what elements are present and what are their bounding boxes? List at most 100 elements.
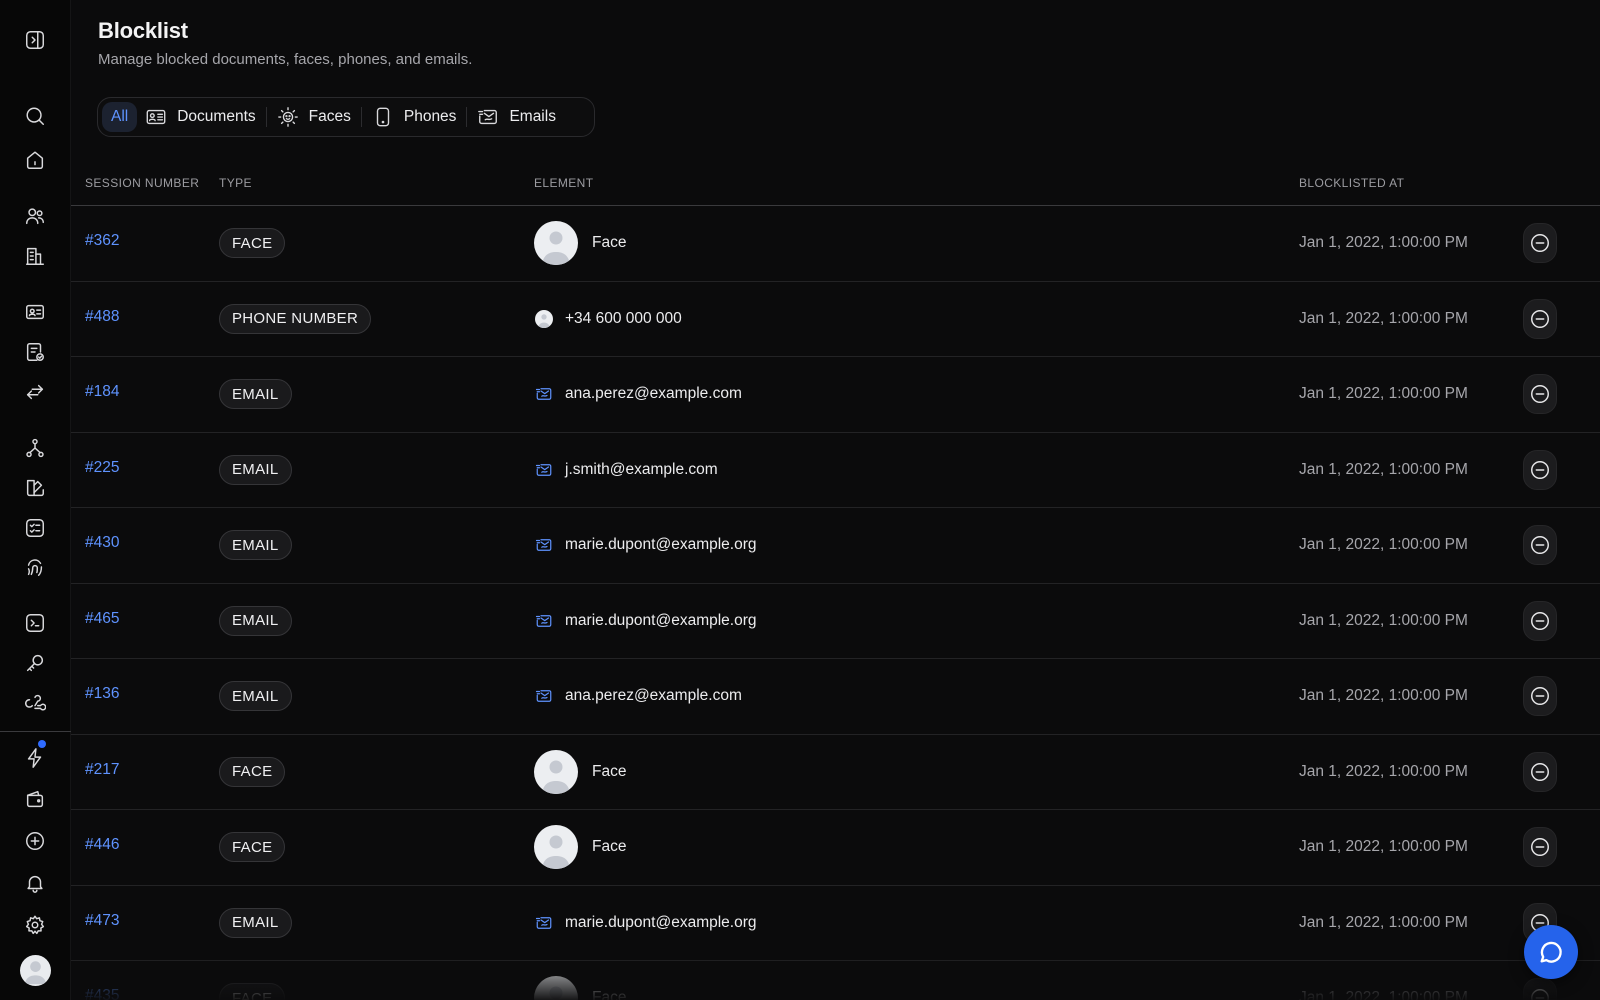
remove-from-blocklist-button[interactable]	[1523, 751, 1557, 792]
table-row: #488 PHONE NUMBER +34 600 000 000 Jan 1, 20…	[71, 282, 1600, 357]
checklist-icon[interactable]	[22, 515, 48, 541]
session-link[interactable]: #430	[85, 534, 119, 552]
session-link[interactable]: #435	[85, 987, 119, 1000]
plus-circle-icon[interactable]	[22, 828, 48, 854]
chat-button[interactable]	[1524, 925, 1578, 979]
id-card-icon[interactable]	[22, 299, 48, 325]
remove-from-blocklist-button[interactable]	[1523, 449, 1557, 490]
element-value: Face	[592, 234, 627, 252]
session-link[interactable]: #446	[85, 836, 119, 854]
minus-circle-icon	[1529, 987, 1551, 1000]
building-icon[interactable]	[22, 243, 48, 269]
session-link[interactable]: #136	[85, 685, 119, 703]
sidebar	[0, 0, 71, 1000]
webhook-icon[interactable]	[22, 689, 48, 715]
face-thumbnail[interactable]	[534, 221, 578, 266]
element-value: Face	[592, 838, 627, 856]
remove-from-blocklist-button[interactable]	[1523, 600, 1557, 641]
remove-from-blocklist-button[interactable]	[1523, 374, 1557, 415]
users-icon[interactable]	[22, 203, 48, 229]
bell-icon[interactable]	[22, 870, 48, 896]
minus-circle-icon	[1529, 685, 1551, 707]
type-badge: FACE	[219, 983, 286, 1000]
session-link[interactable]: #488	[85, 308, 119, 326]
remove-from-blocklist-button[interactable]	[1523, 223, 1557, 264]
avatar[interactable]	[20, 955, 51, 986]
tab-faces[interactable]: Faces	[269, 102, 359, 132]
blocklisted-date: Jan 1, 2022, 1:00:00 PM	[1299, 762, 1468, 780]
remove-from-blocklist-button[interactable]	[1523, 827, 1557, 868]
table-row: #465 EMAIL marie.dupont@example.org Jan 1, …	[71, 584, 1600, 659]
palette-icon[interactable]	[22, 475, 48, 501]
session-link[interactable]: #473	[85, 912, 119, 930]
element-value: ana.perez@example.com	[565, 385, 742, 403]
face-thumbnail[interactable]	[534, 749, 578, 794]
session-link[interactable]: #217	[85, 761, 119, 779]
remove-from-blocklist-button[interactable]	[1523, 676, 1557, 717]
mail-icon	[477, 106, 509, 128]
table-row: #136 EMAIL ana.perez@example.com Jan 1, 202…	[71, 659, 1600, 735]
remove-from-blocklist-button[interactable]	[1523, 525, 1557, 566]
document-check-icon[interactable]	[22, 339, 48, 365]
type-badge: FACE	[219, 832, 286, 863]
table-row: #473 EMAIL marie.dupont@example.org Jan 1, …	[71, 886, 1600, 961]
element-value: +34 600 000 000	[565, 309, 682, 327]
workflow-icon[interactable]	[22, 435, 48, 461]
element-value: Face	[592, 989, 627, 1000]
search-icon[interactable]	[22, 103, 48, 129]
minus-circle-icon	[1529, 308, 1551, 330]
column-header-session: SESSION NUMBER	[85, 176, 200, 190]
tab-phones[interactable]: Phones	[364, 102, 465, 132]
page-title: Blocklist	[98, 18, 188, 43]
key-icon[interactable]	[22, 650, 48, 676]
mail-icon	[535, 461, 553, 479]
type-badge: FACE	[219, 756, 286, 787]
tab-documents[interactable]: Documents	[137, 102, 263, 132]
tab-all[interactable]: All	[102, 102, 138, 132]
type-badge: FACE	[219, 228, 286, 259]
terminal-icon[interactable]	[22, 610, 48, 636]
remove-from-blocklist-button[interactable]	[1523, 978, 1557, 1000]
blocklisted-date: Jan 1, 2022, 1:00:00 PM	[1299, 838, 1468, 856]
type-badge: EMAIL	[219, 454, 292, 485]
notification-dot	[38, 740, 46, 748]
tab-label: Documents	[177, 108, 256, 125]
blocklisted-date: Jan 1, 2022, 1:00:00 PM	[1299, 234, 1468, 252]
session-link[interactable]: #225	[85, 459, 119, 477]
face-thumbnail[interactable]	[534, 976, 578, 1000]
face-thumbnail[interactable]	[534, 825, 578, 870]
table-row: #184 EMAIL ana.perez@example.com Jan 1, 202…	[71, 357, 1600, 433]
transfer-icon[interactable]	[22, 379, 48, 405]
blocklisted-date: Jan 1, 2022, 1:00:00 PM	[1299, 460, 1468, 478]
blocklisted-date: Jan 1, 2022, 1:00:00 PM	[1299, 536, 1468, 554]
type-badge: EMAIL	[219, 605, 292, 636]
column-header-type: TYPE	[219, 176, 252, 190]
mail-icon	[535, 914, 553, 932]
blocklisted-date: Jan 1, 2022, 1:00:00 PM	[1299, 309, 1468, 327]
remove-from-blocklist-button[interactable]	[1523, 298, 1557, 339]
id-card-icon	[145, 106, 177, 128]
mail-icon	[535, 536, 553, 554]
lightning-icon[interactable]	[22, 745, 48, 771]
blocklisted-date: Jan 1, 2022, 1:00:00 PM	[1299, 611, 1468, 629]
chat-bubble-icon	[1540, 941, 1562, 963]
session-link[interactable]: #362	[85, 232, 119, 250]
element-value: Face	[592, 762, 627, 780]
tab-label: Phones	[403, 108, 457, 125]
table-row: #362 FACE Face Jan 1, 2022, 1:00:00 PM	[71, 206, 1600, 282]
session-link[interactable]: #465	[85, 610, 119, 628]
session-link[interactable]: #184	[85, 383, 119, 401]
table-row: #217 FACE Face Jan 1, 2022, 1:00:00 PM	[71, 735, 1600, 810]
home-icon[interactable]	[22, 147, 48, 173]
fingerprint-icon[interactable]	[22, 554, 48, 580]
sidebar-toggle-icon[interactable]	[22, 27, 48, 53]
tab-emails[interactable]: Emails	[469, 102, 564, 132]
minus-circle-icon	[1529, 610, 1551, 632]
blocklisted-date: Jan 1, 2022, 1:00:00 PM	[1299, 989, 1468, 1000]
gear-icon[interactable]	[22, 912, 48, 938]
wallet-icon[interactable]	[22, 786, 48, 812]
column-header-element: ELEMENT	[534, 176, 594, 190]
phone-owner-avatar	[535, 309, 553, 328]
mail-icon	[535, 385, 553, 403]
blocklisted-date: Jan 1, 2022, 1:00:00 PM	[1299, 385, 1468, 403]
